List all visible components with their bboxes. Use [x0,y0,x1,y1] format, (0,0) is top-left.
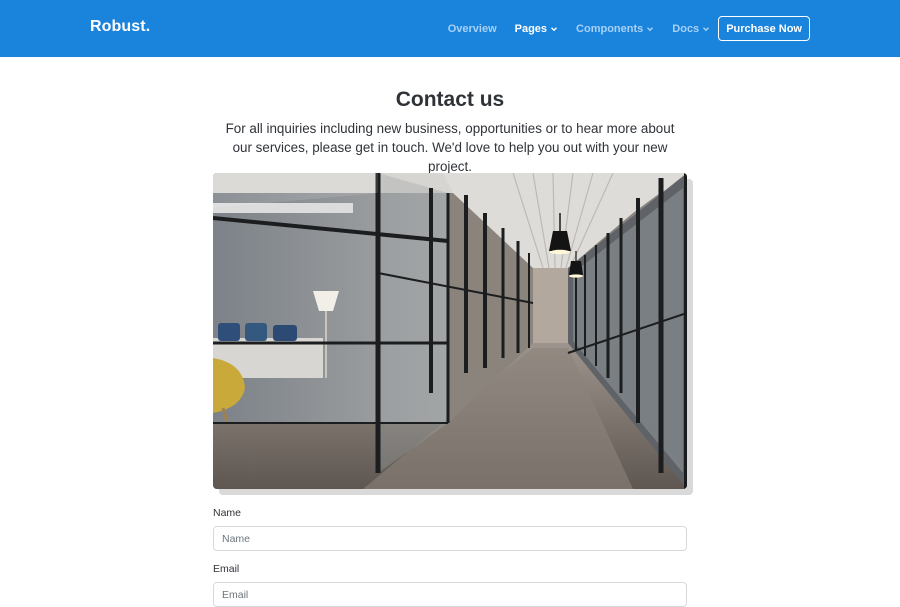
nav-item-label: Components [576,22,644,35]
navbar: Robust. Overview Pages Components Docs P… [0,0,900,57]
brand-logo[interactable]: Robust. [90,18,150,36]
office-hallway-photo [213,173,687,489]
nav-item-label: Pages [514,22,548,35]
nav-item-pages[interactable]: Pages [515,23,558,35]
page-subtitle: For all inquiries including new business… [225,121,675,174]
nav-item-label: Overview [447,22,497,35]
nav-item-components[interactable]: Components [576,23,654,35]
page-title: Contact us [395,88,505,111]
purchase-now-button[interactable]: Purchase Now [718,16,810,41]
nav-item-overview[interactable]: Overview [448,23,497,35]
nav-item-label: Docs [672,22,700,35]
office-hallway-illustration [213,173,687,489]
nav-item-docs[interactable]: Docs [672,23,710,35]
hero-image-container [213,173,693,495]
chevron-down-icon [647,26,654,31]
email-label: Email [213,563,240,575]
nav-links: Overview Pages Components Docs Purchase … [430,16,810,41]
chevron-down-icon [551,26,558,31]
email-field[interactable] [213,582,687,607]
name-field[interactable] [213,526,687,551]
chevron-down-icon [703,26,710,31]
name-label: Name [213,507,242,519]
